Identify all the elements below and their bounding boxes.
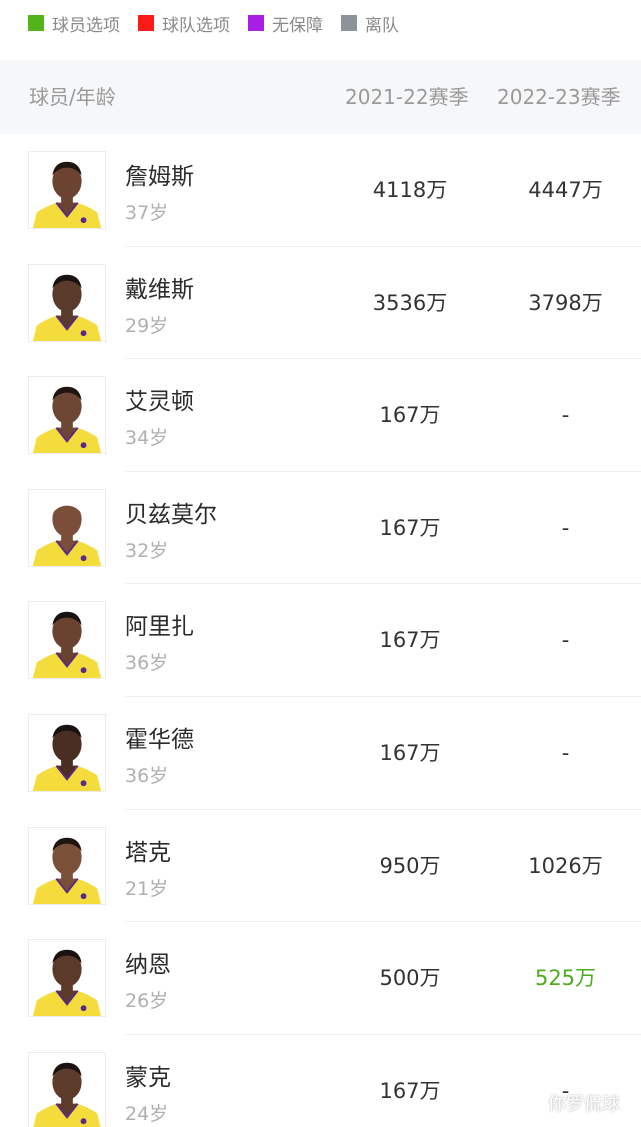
header-player-age: 球员/年龄: [29, 85, 116, 109]
player-avatar: [28, 939, 106, 1018]
player-avatar: [28, 488, 106, 567]
legend-item: 无保障: [248, 11, 323, 36]
salary-2021-22: 950万: [379, 853, 441, 878]
legend: 球员选项 球队选项 无保障 离队: [28, 8, 399, 38]
salary-2021-22: 3536万: [372, 290, 448, 315]
player-age: 36岁: [125, 652, 169, 675]
player-name: 贝兹莫尔: [125, 501, 217, 528]
salary-2022-23: -: [561, 628, 570, 653]
player-age: 24岁: [125, 1102, 169, 1125]
legend-swatch: [138, 15, 154, 31]
player-avatar: [28, 263, 106, 342]
legend-label: 球队选项: [162, 15, 230, 36]
salary-2021-22: 500万: [379, 966, 441, 991]
player-name: 詹姆斯: [125, 164, 194, 190]
player-row[interactable]: 纳恩 26岁 500万 525万: [0, 922, 641, 1035]
player-row[interactable]: 贝兹莫尔 32岁 167万 -: [0, 472, 641, 585]
player-age: 26岁: [125, 990, 169, 1013]
player-row[interactable]: 艾灵顿 34岁 167万 -: [0, 359, 641, 472]
salary-2021-22: 167万: [379, 740, 441, 765]
player-name: 阿里扎: [125, 614, 194, 641]
salary-2021-22: 167万: [379, 1078, 441, 1103]
legend-item: 球队选项: [138, 11, 230, 36]
player-age: 29岁: [125, 314, 169, 337]
legend-swatch: [28, 15, 44, 31]
player-avatar: [28, 826, 106, 905]
table-header: 球员/年龄 2021-22赛季 2022-23赛季: [0, 60, 641, 134]
player-name: 艾灵顿: [125, 389, 194, 416]
legend-item: 离队: [341, 11, 399, 36]
player-avatar: [28, 601, 106, 680]
player-row[interactable]: 詹姆斯 37岁 4118万 4447万: [0, 134, 641, 247]
salary-2022-23: -: [561, 403, 570, 428]
player-name: 戴维斯: [125, 276, 194, 303]
salary-2022-23: 4447万: [528, 178, 603, 202]
header-season-2022-23: 2022-23赛季: [497, 85, 621, 109]
salary-2021-22: 4118万: [372, 178, 448, 202]
player-name: 霍华德: [125, 726, 194, 753]
player-name: 塔克: [125, 839, 171, 866]
salary-2022-23: 3798万: [528, 290, 603, 315]
legend-label: 离队: [365, 15, 399, 36]
legend-swatch: [341, 15, 357, 31]
player-avatar: [28, 151, 106, 229]
legend-swatch: [248, 15, 264, 31]
legend-label: 无保障: [272, 15, 323, 36]
player-avatar: [28, 1051, 106, 1127]
player-row[interactable]: 蒙克 24岁 167万 -: [0, 1035, 641, 1127]
player-age: 37岁: [125, 202, 169, 224]
salary-2022-23: 525万: [534, 966, 597, 991]
player-age: 36岁: [125, 764, 169, 787]
salary-2022-23: -: [561, 515, 570, 540]
salary-2022-23: -: [561, 740, 570, 765]
salary-2021-22: 167万: [379, 403, 441, 428]
player-age: 32岁: [125, 539, 169, 562]
player-avatar: [28, 713, 106, 792]
salary-2021-22: 167万: [379, 628, 441, 653]
player-age: 21岁: [125, 877, 169, 900]
player-avatar: [28, 376, 106, 455]
legend-item: 球员选项: [28, 11, 120, 36]
player-row[interactable]: 戴维斯 29岁 3536万 3798万: [0, 247, 641, 360]
player-row[interactable]: 阿里扎 36岁 167万 -: [0, 584, 641, 697]
salary-2021-22: 167万: [379, 515, 441, 540]
watermark: 你罗侃球: [548, 1094, 620, 1115]
player-name: 蒙克: [125, 1064, 171, 1091]
player-row[interactable]: 塔克 21岁 950万 1026万: [0, 810, 641, 923]
header-season-2021-22: 2021-22赛季: [345, 85, 469, 109]
player-list: 詹姆斯 37岁 4118万 4447万戴维斯 29岁 3536万 3798万艾灵顿 34岁 16…: [0, 134, 641, 1127]
legend-label: 球员选项: [52, 15, 120, 36]
player-name: 纳恩: [125, 952, 171, 979]
player-age: 34岁: [125, 427, 169, 450]
salary-2022-23: 1026万: [528, 853, 603, 878]
player-row[interactable]: 霍华德 36岁 167万 -: [0, 697, 641, 810]
